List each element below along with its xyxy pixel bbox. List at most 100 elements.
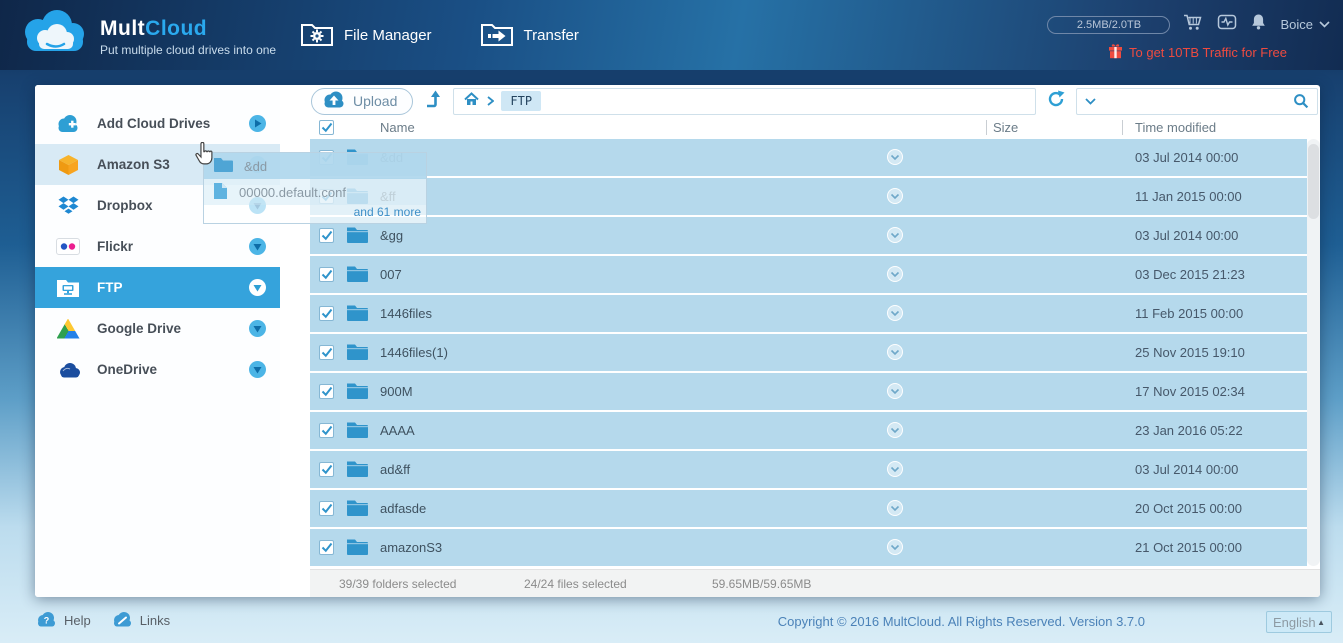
row-actions-chevron-icon[interactable] <box>887 383 903 399</box>
row-actions-chevron-icon[interactable] <box>887 500 903 516</box>
table-row[interactable]: 007 03 Dec 2015 21:23 <box>310 256 1307 293</box>
svg-text:?: ? <box>44 616 50 626</box>
storage-usage-meter[interactable]: 2.5MB/2.0TB <box>1047 16 1170 34</box>
multcloud-logo[interactable]: MultCloud Put multiple cloud drives into… <box>16 8 276 65</box>
file-name[interactable]: amazonS3 <box>380 540 442 555</box>
time-modified: 03 Jul 2014 00:00 <box>1135 150 1238 165</box>
file-name[interactable]: 1446files <box>380 306 432 321</box>
drag-more-count: and 61 more <box>204 205 426 223</box>
time-modified: 23 Jan 2016 05:22 <box>1135 423 1243 438</box>
expand-right-icon[interactable] <box>249 115 266 132</box>
column-header-name[interactable]: Name <box>380 120 415 135</box>
row-checkbox[interactable] <box>319 345 334 360</box>
table-row[interactable]: AAAA 23 Jan 2016 05:22 <box>310 412 1307 449</box>
folder-icon <box>346 303 368 325</box>
time-modified: 03 Dec 2015 21:23 <box>1135 267 1245 282</box>
row-checkbox[interactable] <box>319 423 334 438</box>
sidebar-item-label: Amazon S3 <box>97 157 170 172</box>
chevron-down-icon <box>1319 21 1330 28</box>
row-actions-chevron-icon[interactable] <box>887 539 903 555</box>
table-row[interactable]: 1446files 11 Feb 2015 00:00 <box>310 295 1307 332</box>
row-checkbox[interactable] <box>319 306 334 321</box>
language-select[interactable]: English ▲ <box>1266 611 1332 633</box>
file-toolbar: Upload FTP <box>311 87 1318 115</box>
table-row[interactable]: 1446files(1) 25 Nov 2015 19:10 <box>310 334 1307 371</box>
folder-icon <box>213 156 233 176</box>
cart-icon[interactable] <box>1183 13 1204 36</box>
table-row[interactable]: ad&ff 03 Jul 2014 00:00 <box>310 451 1307 488</box>
time-modified: 20 Oct 2015 00:00 <box>1135 501 1242 516</box>
flickr-icon <box>55 236 81 258</box>
table-row[interactable]: &gg 03 Jul 2014 00:00 <box>310 217 1307 254</box>
row-actions-chevron-icon[interactable] <box>887 149 903 165</box>
user-menu[interactable]: Boice <box>1280 17 1330 32</box>
row-actions-chevron-icon[interactable] <box>887 188 903 204</box>
links-link[interactable]: Links <box>111 611 170 630</box>
select-all-checkbox[interactable] <box>319 120 334 135</box>
vertical-scrollbar[interactable] <box>1307 139 1320 566</box>
file-name[interactable]: ad&ff <box>380 462 410 477</box>
file-list: &dd 03 Jul 2014 00:00 <box>310 139 1307 568</box>
file-name[interactable]: 007 <box>380 267 402 282</box>
drag-preview-item: &dd <box>204 153 426 179</box>
sidebar-item-ftp[interactable]: FTP <box>35 267 280 308</box>
expand-down-icon[interactable] <box>249 320 266 337</box>
storage-usage-text: 2.5MB/2.0TB <box>1077 19 1141 31</box>
sidebar-item-add-cloud-drives[interactable]: Add Cloud Drives <box>35 103 280 144</box>
file-name[interactable]: 1446files(1) <box>380 345 448 360</box>
expand-down-icon[interactable] <box>249 238 266 255</box>
expand-down-icon[interactable] <box>249 279 266 296</box>
refresh-icon[interactable] <box>1046 89 1066 114</box>
table-row[interactable]: &dd 03 Jul 2014 00:00 <box>310 139 1307 176</box>
search-icon[interactable] <box>1293 93 1309 109</box>
notifications-bell-icon[interactable] <box>1250 13 1267 36</box>
row-actions-chevron-icon[interactable] <box>887 344 903 360</box>
scrollbar-thumb[interactable] <box>1308 144 1319 219</box>
row-actions-chevron-icon[interactable] <box>887 266 903 282</box>
row-checkbox[interactable] <box>319 462 334 477</box>
gift-icon <box>1108 43 1123 62</box>
copyright-text: Copyright © 2016 MultCloud. All Rights R… <box>778 614 1145 629</box>
column-header-size[interactable]: Size <box>993 120 1018 135</box>
row-checkbox[interactable] <box>319 228 334 243</box>
table-row[interactable]: adfasde 20 Oct 2015 00:00 <box>310 490 1307 527</box>
upload-button[interactable]: Upload <box>311 88 413 115</box>
go-up-level-icon[interactable] <box>423 89 443 114</box>
traffic-promo-link[interactable]: To get 10TB Traffic for Free <box>1108 43 1287 62</box>
breadcrumb-item-ftp[interactable]: FTP <box>501 91 541 111</box>
search-input[interactable] <box>1102 94 1287 109</box>
home-icon[interactable] <box>463 91 480 112</box>
expand-down-icon[interactable] <box>249 361 266 378</box>
search-bar <box>1076 88 1318 115</box>
help-cloud-icon: ? <box>35 611 58 630</box>
file-name[interactable]: adfasde <box>380 501 426 516</box>
google-drive-icon <box>55 318 81 340</box>
row-actions-chevron-icon[interactable] <box>887 227 903 243</box>
traffic-monitor-icon[interactable] <box>1217 13 1237 36</box>
table-row[interactable]: &ff 11 Jan 2015 00:00 <box>310 178 1307 215</box>
table-row[interactable]: amazonS3 21 Oct 2015 00:00 <box>310 529 1307 566</box>
row-actions-chevron-icon[interactable] <box>887 461 903 477</box>
sidebar-item-label: Add Cloud Drives <box>97 116 210 131</box>
row-checkbox[interactable] <box>319 267 334 282</box>
row-actions-chevron-icon[interactable] <box>887 422 903 438</box>
file-name[interactable]: 900M <box>380 384 413 399</box>
nav-file-manager[interactable]: File Manager <box>300 20 432 51</box>
search-filter-chevron-icon[interactable] <box>1085 98 1096 105</box>
traffic-promo-label: To get 10TB Traffic for Free <box>1129 45 1287 60</box>
sidebar-item-google-drive[interactable]: Google Drive <box>35 308 280 349</box>
folder-icon <box>346 537 368 559</box>
help-link[interactable]: ? Help <box>35 611 91 630</box>
sidebar-item-flickr[interactable]: Flickr <box>35 226 280 267</box>
row-actions-chevron-icon[interactable] <box>887 305 903 321</box>
row-checkbox[interactable] <box>319 501 334 516</box>
table-row[interactable]: 900M 17 Nov 2015 02:34 <box>310 373 1307 410</box>
file-name[interactable]: &gg <box>380 228 403 243</box>
column-header-time-modified[interactable]: Time modified <box>1135 120 1216 135</box>
row-checkbox[interactable] <box>319 384 334 399</box>
file-name[interactable]: AAAA <box>380 423 415 438</box>
help-label: Help <box>64 613 91 628</box>
sidebar-item-onedrive[interactable]: OneDrive <box>35 349 280 390</box>
nav-transfer[interactable]: Transfer <box>480 20 579 51</box>
row-checkbox[interactable] <box>319 540 334 555</box>
